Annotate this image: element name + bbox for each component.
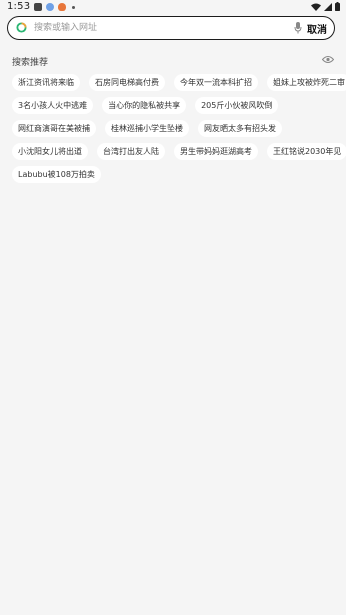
recommendation-chip[interactable]: 网友晒太多有招头发 bbox=[198, 120, 282, 137]
news-icon bbox=[58, 3, 66, 11]
recommendation-chip[interactable]: 小沈阳女儿将出道 bbox=[12, 143, 88, 160]
recommendation-chip[interactable]: Labubu被108万拍卖 bbox=[12, 166, 101, 183]
recommendation-chip[interactable]: 桂林巡捕小学生坠楼 bbox=[105, 120, 189, 137]
recommendation-chips: 浙江资讯将来临 石房同电梯高付费 今年双一流本科扩招 姐妹上攻被炸死二审 3名小… bbox=[12, 74, 346, 189]
notification-icons bbox=[34, 3, 75, 11]
chip-row: Labubu被108万拍卖 bbox=[12, 166, 342, 183]
recommendation-chip[interactable]: 姐妹上攻被炸死二审 bbox=[267, 74, 346, 91]
chip-row: 3名小孩人火中逃难 当心你的隐私被共享 205斤小伙被风吹倒 bbox=[12, 97, 342, 114]
eye-icon[interactable] bbox=[322, 55, 334, 64]
recommendation-chip[interactable]: 当心你的隐私被共享 bbox=[102, 97, 187, 114]
cancel-button[interactable]: 取消 bbox=[307, 21, 327, 36]
search-bar[interactable]: 取消 bbox=[7, 16, 335, 40]
recommendations-title: 搜索推荐 bbox=[12, 58, 49, 68]
status-bar: 1:53 bbox=[0, 0, 346, 14]
chip-row: 小沈阳女儿将出道 台湾打出友人陆 男生带妈妈逛湖高考 王红铭说2030年见 bbox=[12, 143, 346, 160]
system-icons bbox=[311, 2, 340, 11]
search-input[interactable] bbox=[34, 20, 274, 36]
recommendation-chip[interactable]: 王红铭说2030年见 bbox=[267, 143, 346, 160]
recommendation-chip[interactable]: 台湾打出友人陆 bbox=[97, 143, 165, 160]
recommendation-chip[interactable]: 石房同电梯高付费 bbox=[89, 74, 165, 91]
browser-icon bbox=[46, 3, 54, 11]
recommendation-chip[interactable]: 男生带妈妈逛湖高考 bbox=[174, 143, 258, 160]
browser-logo-icon bbox=[16, 22, 27, 33]
recommendation-chip[interactable]: 今年双一流本科扩招 bbox=[174, 74, 258, 91]
recommendation-chip[interactable]: 205斤小伙被风吹倒 bbox=[195, 97, 279, 114]
signal-icon bbox=[324, 2, 332, 11]
status-time: 1:53 bbox=[7, 1, 31, 12]
chip-row: 网红商演哥在美被捕 桂林巡捕小学生坠楼 网友晒太多有招头发 bbox=[12, 120, 342, 137]
battery-icon bbox=[335, 2, 340, 11]
wifi-icon bbox=[311, 3, 321, 11]
more-notifications-icon bbox=[72, 5, 75, 9]
recommendation-chip[interactable]: 网红商演哥在美被捕 bbox=[12, 120, 96, 137]
recommendation-chip[interactable]: 浙江资讯将来临 bbox=[12, 74, 80, 91]
chip-row: 浙江资讯将来临 石房同电梯高付费 今年双一流本科扩招 姐妹上攻被炸死二审 bbox=[12, 74, 346, 91]
microphone-icon[interactable] bbox=[294, 22, 302, 34]
recommendation-chip[interactable]: 3名小孩人火中逃难 bbox=[12, 97, 94, 114]
app-icon bbox=[34, 3, 42, 11]
